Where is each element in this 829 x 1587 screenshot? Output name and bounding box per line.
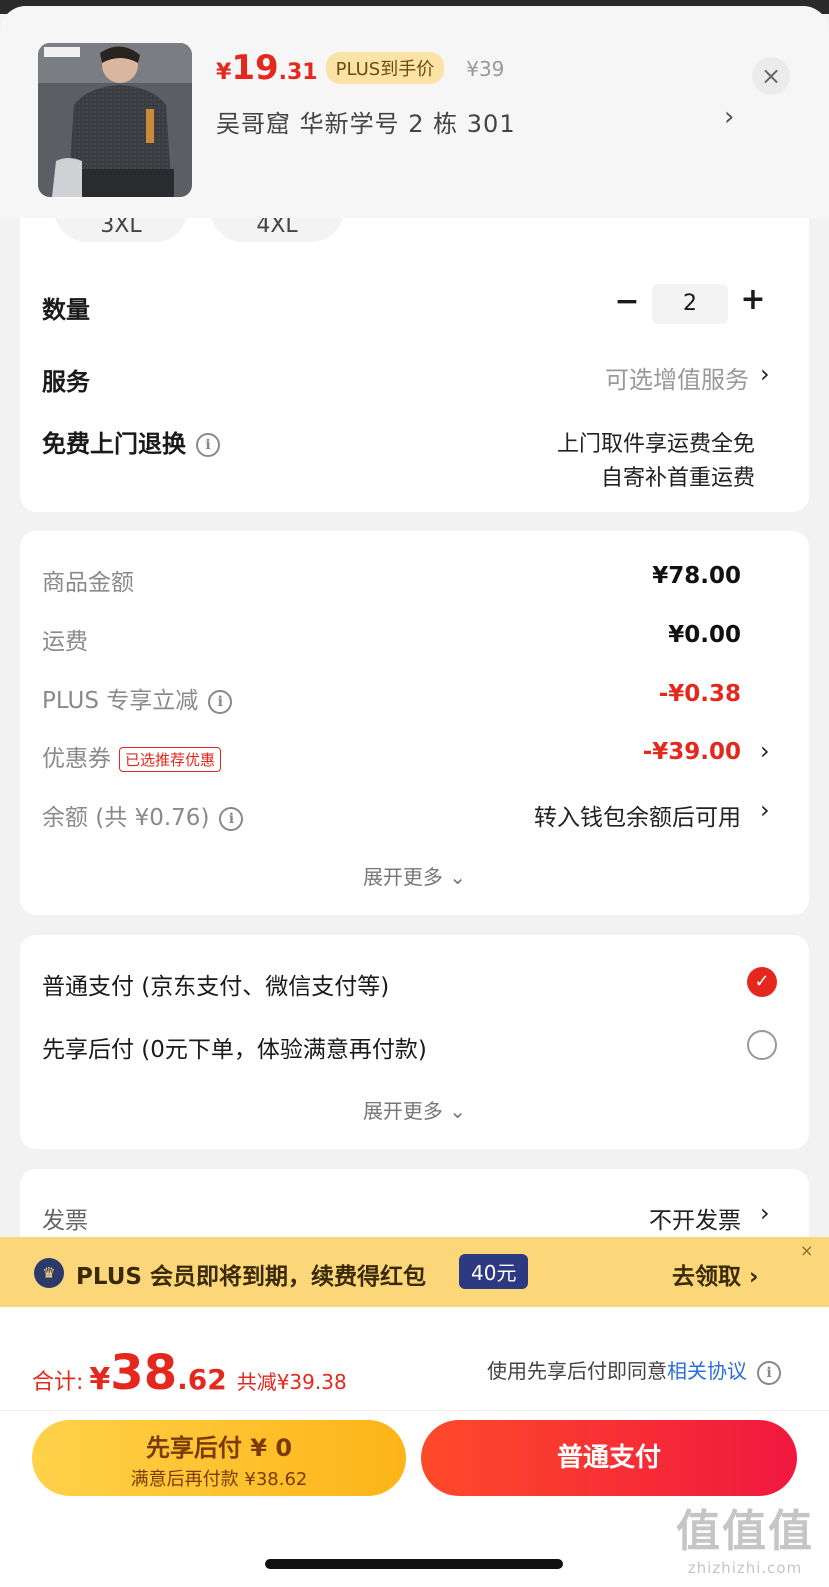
bnpl-pay-button[interactable]: 先享后付 ¥ 0 满意后再付款 ¥38.62	[32, 1420, 406, 1496]
banner-reward-badge: 40元	[459, 1254, 529, 1289]
plus-discount-text: PLUS 专享立减	[42, 688, 199, 714]
coupon-chevron-icon[interactable]: ›	[760, 737, 770, 765]
home-indicator[interactable]	[265, 1559, 563, 1569]
product-thumbnail[interactable]	[38, 43, 192, 197]
watermark: 值值值 zhizhizhi.com	[676, 1495, 814, 1577]
product-header: ¥ 19 .31 PLUS到手价 ¥39 吴哥窟 华新学号 2 栋 301 › …	[0, 6, 829, 218]
free-return-line1: 上门取件享运费全免	[556, 432, 755, 457]
payment-card: 普通支付 (京东支付、微信支付等) ✓ 先享后付 (0元下单，体验满意再付款) …	[20, 935, 809, 1149]
plus-discount-value: -¥0.38	[658, 681, 741, 707]
radio-unselected[interactable]	[747, 1030, 777, 1060]
checkmark-icon[interactable]: ✓	[747, 967, 777, 997]
quantity-input[interactable]: 2	[652, 284, 728, 324]
total-label: 合计:	[32, 1370, 84, 1395]
delivery-address[interactable]: 吴哥窟 华新学号 2 栋 301	[216, 104, 516, 139]
checkout-sheet: 3XL 4XL 数量 − 2 + 服务 可选增值服务 › 免费上门退换 i 上门取…	[0, 6, 829, 1587]
payment-option-bnpl[interactable]: 先享后付 (0元下单，体验满意再付款)	[42, 1030, 427, 1064]
payment-expand-more[interactable]: 展开更多 ⌄	[20, 1095, 809, 1124]
fee-card: 商品金额 ¥78.00 运费 ¥0.00 PLUS 专享立减 i -¥0.38 优…	[20, 531, 809, 915]
info-icon[interactable]: i	[196, 433, 220, 457]
quantity-decrease-button[interactable]: −	[612, 284, 642, 319]
goods-amount-label: 商品金额	[42, 570, 134, 596]
checkout-footer: 合计: ¥ 38 .62 共减¥39.38 使用先享后付即同意相关协议 i 先享后…	[0, 1307, 829, 1587]
info-icon[interactable]: i	[208, 689, 233, 714]
fees-expand-more[interactable]: 展开更多 ⌄	[20, 861, 809, 890]
free-return-label: 免费上门退换 i	[42, 424, 220, 459]
coupon-tag: 已选推荐优惠	[119, 747, 222, 772]
product-price: ¥ 19 .31 PLUS到手价 ¥39	[216, 48, 504, 88]
coupon-value[interactable]: -¥39.00	[643, 739, 741, 765]
total-saved: 共减¥39.38	[236, 1370, 347, 1394]
total-integer: 38	[110, 1345, 178, 1401]
price-integer: 19	[231, 48, 279, 88]
close-button[interactable]: ×	[752, 57, 790, 95]
free-return-text: 免费上门退换	[42, 430, 186, 458]
balance-text: 余额 (共 ¥0.76)	[42, 805, 210, 831]
payment-option-normal[interactable]: 普通支付 (京东支付、微信支付等)	[42, 967, 389, 1001]
service-chevron-icon[interactable]: ›	[760, 360, 770, 388]
plus-discount-label: PLUS 专享立减 i	[42, 681, 233, 715]
info-icon[interactable]: i	[219, 806, 244, 831]
bnpl-button-line2: 满意后再付款 ¥38.62	[130, 1469, 308, 1490]
shipping-label: 运费	[42, 629, 88, 655]
watermark-url: zhizhizhi.com	[687, 1559, 803, 1577]
address-chevron-icon[interactable]: ›	[724, 102, 734, 132]
normal-pay-button[interactable]: 普通支付	[421, 1420, 797, 1496]
watermark-logo: 值值值	[676, 1506, 814, 1557]
banner-text: PLUS 会员即将到期，续费得红包	[76, 1264, 426, 1290]
free-return-line2: 自寄补首重运费	[600, 466, 755, 491]
agreement-link[interactable]: 相关协议	[667, 1359, 747, 1383]
invoice-label: 发票	[42, 1208, 88, 1234]
total-currency: ¥	[89, 1362, 111, 1397]
service-label: 服务	[42, 368, 90, 396]
plus-price-badge: PLUS到手价	[325, 52, 445, 84]
bnpl-button-line1: 先享后付 ¥ 0	[145, 1434, 293, 1462]
crown-icon: ♛	[34, 1258, 64, 1288]
info-icon[interactable]: i	[757, 1360, 781, 1385]
price-currency: ¥	[216, 60, 232, 85]
banner-claim-button[interactable]: 去领取 ›	[672, 1257, 759, 1291]
shipping-value: ¥0.00	[668, 622, 741, 648]
goods-amount-value: ¥78.00	[652, 563, 741, 589]
service-value[interactable]: 可选增值服务	[605, 360, 749, 395]
agreement-text: 使用先享后付即同意	[487, 1359, 667, 1383]
agreement-note: 使用先享后付即同意相关协议 i	[487, 1355, 781, 1385]
quantity-increase-button[interactable]: +	[738, 282, 768, 317]
coupon-label: 优惠券 已选推荐优惠	[42, 739, 222, 773]
invoice-chevron-icon[interactable]: ›	[760, 1199, 770, 1227]
banner-close-icon[interactable]: ×	[800, 1241, 813, 1260]
order-total: 合计: ¥ 38 .62 共减¥39.38	[32, 1345, 347, 1401]
total-decimal: .62	[177, 1363, 227, 1396]
coupon-text: 优惠券	[42, 746, 111, 772]
quantity-label: 数量	[42, 296, 90, 324]
balance-label: 余额 (共 ¥0.76) i	[42, 798, 244, 832]
divider	[0, 1410, 829, 1411]
plus-renewal-banner[interactable]: ♛ PLUS 会员即将到期，续费得红包 40元 去领取 › ×	[0, 1237, 829, 1307]
price-decimal: .31	[278, 60, 318, 85]
balance-value[interactable]: 转入钱包余额后可用	[534, 798, 741, 832]
balance-chevron-icon[interactable]: ›	[760, 796, 770, 824]
original-price: ¥39	[466, 57, 505, 81]
invoice-value[interactable]: 不开发票	[649, 1201, 741, 1235]
